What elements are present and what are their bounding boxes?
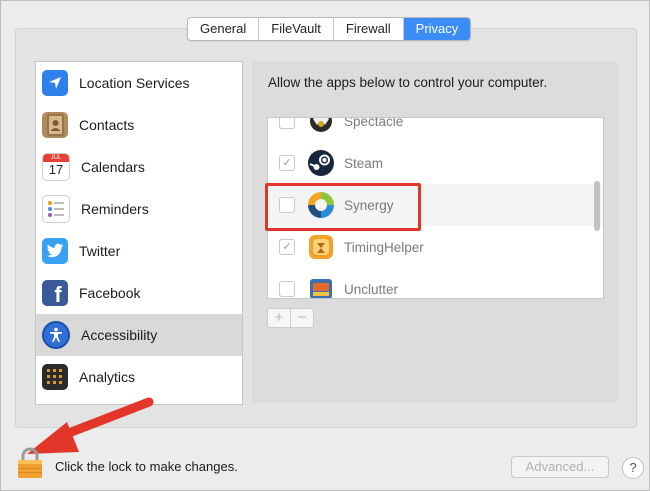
synergy-highlight-box bbox=[265, 183, 421, 231]
tab-bar: General FileVault Firewall Privacy bbox=[187, 17, 472, 41]
sidebar-item-label: Analytics bbox=[79, 369, 136, 385]
sidebar-item-label: Calendars bbox=[81, 159, 145, 175]
app-name: TimingHelper bbox=[344, 239, 424, 255]
sidebar-item-label: Location Services bbox=[79, 75, 190, 91]
add-app-button[interactable]: + bbox=[268, 309, 291, 327]
app-name: Steam bbox=[344, 155, 384, 171]
list-item-timinghelper[interactable]: ✓ TimingHelper bbox=[268, 226, 603, 268]
lock-icon[interactable] bbox=[17, 447, 43, 479]
contacts-book-icon bbox=[42, 112, 68, 138]
app-checkbox[interactable] bbox=[279, 118, 295, 129]
app-checkbox[interactable]: ✓ bbox=[279, 239, 295, 255]
sidebar-item-location-services[interactable]: Location Services bbox=[36, 62, 242, 104]
facebook-f-icon: f bbox=[42, 280, 68, 306]
sidebar-item-facebook[interactable]: f Facebook bbox=[36, 272, 242, 314]
location-arrow-icon bbox=[42, 70, 68, 96]
spectacle-icon bbox=[310, 118, 332, 132]
timinghelper-icon bbox=[309, 235, 333, 259]
sidebar-item-contacts[interactable]: Contacts bbox=[36, 104, 242, 146]
security-privacy-window: General FileVault Firewall Privacy Locat… bbox=[0, 0, 650, 491]
advanced-button[interactable]: Advanced... bbox=[511, 456, 609, 478]
tab-privacy[interactable]: Privacy bbox=[403, 18, 471, 40]
tab-general[interactable]: General bbox=[188, 18, 260, 40]
sidebar-item-label: Reminders bbox=[81, 201, 149, 217]
sidebar-item-analytics[interactable]: Analytics bbox=[36, 356, 242, 398]
unclutter-icon bbox=[310, 279, 332, 298]
sidebar-item-label: Facebook bbox=[79, 285, 141, 301]
accessibility-panel: Allow the apps below to control your com… bbox=[252, 61, 618, 403]
checkmark-icon: ✓ bbox=[282, 157, 292, 169]
tab-firewall[interactable]: Firewall bbox=[334, 18, 404, 40]
analytics-dots-icon bbox=[42, 364, 68, 390]
reminders-list-icon bbox=[42, 195, 70, 223]
list-item-steam[interactable]: ✓ Steam bbox=[268, 142, 603, 184]
calendar-month: JUL bbox=[43, 154, 69, 162]
sidebar-item-label: Accessibility bbox=[81, 327, 158, 343]
sidebar-item-accessibility[interactable]: Accessibility bbox=[36, 314, 242, 356]
app-list-scrollbar[interactable] bbox=[594, 181, 600, 231]
app-checkbox[interactable]: ✓ bbox=[279, 155, 295, 171]
app-name: Spectacle bbox=[344, 117, 404, 129]
sidebar-item-calendars[interactable]: JUL 17 Calendars bbox=[36, 146, 242, 188]
remove-app-button[interactable]: − bbox=[291, 309, 313, 327]
add-remove-buttons: + − bbox=[267, 308, 314, 328]
panel-title: Allow the apps below to control your com… bbox=[268, 75, 548, 90]
list-item-unclutter[interactable]: Unclutter bbox=[268, 268, 603, 298]
sidebar-item-label: Twitter bbox=[79, 243, 121, 259]
help-button[interactable]: ? bbox=[622, 457, 644, 479]
twitter-bird-icon bbox=[42, 238, 68, 264]
calendar-day: 17 bbox=[48, 162, 64, 177]
steam-icon bbox=[308, 150, 334, 176]
app-name: Unclutter bbox=[344, 281, 399, 297]
lock-status-text: Click the lock to make changes. bbox=[55, 459, 238, 474]
checkmark-icon: ✓ bbox=[282, 241, 292, 253]
sidebar-item-reminders[interactable]: Reminders bbox=[36, 188, 242, 230]
sidebar-item-twitter[interactable]: Twitter bbox=[36, 230, 242, 272]
privacy-sidebar: Location Services Contacts JUL 17 Calend… bbox=[35, 61, 243, 405]
list-item-spectacle[interactable]: Spectacle bbox=[268, 117, 603, 142]
app-checkbox[interactable] bbox=[279, 281, 295, 297]
tab-filevault[interactable]: FileVault bbox=[259, 18, 334, 40]
calendar-icon: JUL 17 bbox=[42, 153, 70, 181]
sidebar-item-label: Contacts bbox=[79, 117, 135, 133]
accessibility-person-icon bbox=[42, 321, 70, 349]
